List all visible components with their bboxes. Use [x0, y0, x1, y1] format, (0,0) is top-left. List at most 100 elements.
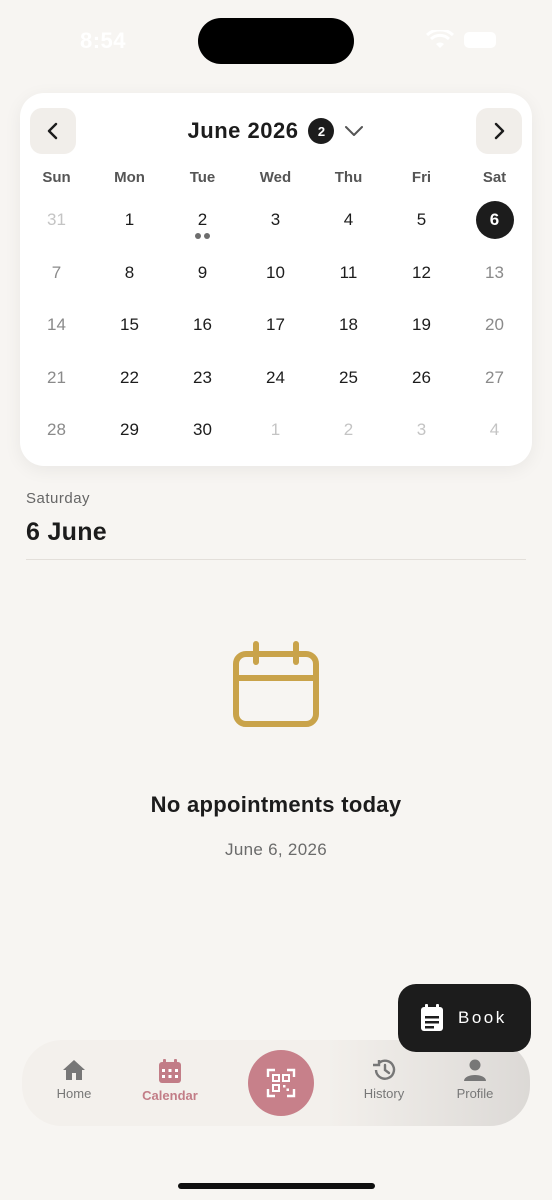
calendar-icon: [233, 641, 319, 727]
appointment-dot: [204, 233, 210, 239]
calendar-day[interactable]: 15: [93, 304, 166, 357]
nav-history-label: History: [363, 1086, 405, 1101]
calendar-day[interactable]: 4: [312, 199, 385, 252]
weekday-label: Sat: [482, 169, 507, 186]
calendar-day-number: 15: [120, 315, 139, 335]
calendar-day-number: 6: [475, 201, 514, 239]
calendar-day[interactable]: 10: [239, 252, 312, 305]
wifi-icon: [426, 30, 454, 48]
calendar-day-number: 23: [193, 367, 212, 387]
calendar-day[interactable]: 19: [385, 304, 458, 357]
calendar-day-number: 11: [339, 262, 358, 282]
calendar-day[interactable]: 21: [20, 357, 93, 410]
nav-profile-label: Profile: [456, 1086, 494, 1101]
calendar-day-selected[interactable]: 6: [458, 199, 531, 252]
home-icon: [63, 1060, 85, 1080]
calendar-day-number: 12: [412, 262, 431, 282]
calendar-day[interactable]: 2: [166, 199, 239, 252]
calendar-day[interactable]: 3: [239, 199, 312, 252]
calendar-day[interactable]: 29: [93, 409, 166, 462]
calendar-day-number: 16: [193, 315, 212, 335]
book-button[interactable]: Book: [398, 984, 531, 1052]
calendar-day-number: 31: [47, 210, 66, 229]
nav-calendar[interactable]: Calendar: [125, 1058, 215, 1103]
calendar-day[interactable]: 17: [239, 304, 312, 357]
calendar-day[interactable]: 11: [312, 252, 385, 305]
next-month-button[interactable]: [476, 108, 522, 154]
nav-profile[interactable]: Profile: [430, 1058, 520, 1101]
qr-scan-button[interactable]: [248, 1050, 314, 1116]
calendar-day[interactable]: 24: [239, 357, 312, 410]
chevron-right-icon: [494, 122, 505, 140]
weekday-label: Tue: [189, 169, 216, 186]
calendar-day[interactable]: 22: [93, 357, 166, 410]
dynamic-island: [198, 18, 354, 64]
calendar-day[interactable]: 12: [385, 252, 458, 305]
calendar-day[interactable]: 23: [166, 357, 239, 410]
calendar-day-number: 4: [489, 420, 500, 440]
calendar-day-number: 24: [266, 367, 285, 387]
weekday-label: Wed: [259, 169, 292, 186]
calendar-day[interactable]: 7: [20, 252, 93, 305]
calendar-day-number: 1: [124, 210, 135, 229]
weekday-label: Mon: [114, 169, 145, 186]
qr-scan-icon: [266, 1068, 296, 1098]
calendar-day-number: 19: [412, 315, 431, 335]
calendar-day-number: 22: [120, 367, 139, 387]
calendar-day[interactable]: 13: [458, 252, 531, 305]
calendar-day-number: 1: [270, 420, 281, 440]
person-icon: [464, 1059, 486, 1081]
calendar-day-number: 25: [339, 367, 358, 387]
calendar-day-number: 18: [339, 315, 358, 335]
calendar-day-number: 14: [47, 315, 66, 335]
days-grid: 31 1 2 3 4 5 6 7 8 9 10 11 12 13 14 15 16 17 18 19 20 21 22 23 2…: [20, 199, 532, 462]
calendar-day[interactable]: 27: [458, 357, 531, 410]
calendar-day-number: 9: [197, 262, 208, 282]
calendar-day[interactable]: 9: [166, 252, 239, 305]
history-icon: [373, 1059, 396, 1080]
chevron-down-icon: [345, 126, 364, 136]
calendar-day-number: 13: [485, 262, 504, 282]
empty-state-date: June 6, 2026: [225, 840, 327, 859]
weekday-label: Sun: [42, 169, 71, 186]
calendar-day[interactable]: 31: [20, 199, 93, 252]
calendar-day-number: 3: [416, 420, 427, 440]
status-time: 8:54: [80, 28, 127, 53]
calendar-day[interactable]: 3: [385, 409, 458, 462]
booking-form-icon: [421, 1004, 443, 1031]
calendar-day-number: 20: [485, 315, 504, 335]
selected-date-title: 6 June: [26, 518, 107, 546]
calendar-day-number: 10: [266, 262, 285, 282]
nav-home[interactable]: Home: [29, 1058, 119, 1101]
calendar-day[interactable]: 18: [312, 304, 385, 357]
weekday-header: Sun Mon Tue Wed Thu Fri Sat: [20, 169, 532, 186]
calendar-day[interactable]: 26: [385, 357, 458, 410]
calendar-day[interactable]: 14: [20, 304, 93, 357]
calendar-day[interactable]: 25: [312, 357, 385, 410]
empty-state-title: No appointments today: [150, 792, 402, 817]
calendar-day[interactable]: 16: [166, 304, 239, 357]
calendar-day-number: 21: [47, 367, 66, 387]
calendar-day[interactable]: 8: [93, 252, 166, 305]
nav-home-label: Home: [56, 1086, 92, 1101]
bottom-navigation: Home Calendar History Profile: [22, 1040, 530, 1126]
selected-weekday: Saturday: [26, 490, 91, 507]
calendar-day[interactable]: 2: [312, 409, 385, 462]
nav-history[interactable]: History: [339, 1058, 429, 1101]
calendar-day[interactable]: 5: [385, 199, 458, 252]
calendar-day-number: 7: [51, 262, 62, 282]
calendar-day[interactable]: 1: [93, 199, 166, 252]
battery-icon: [464, 32, 496, 48]
calendar-day-number: 17: [266, 315, 285, 335]
calendar-day[interactable]: 4: [458, 409, 531, 462]
calendar-icon: [159, 1059, 181, 1083]
calendar-card: June 2026 2 Sun Mon Tue Wed Thu Fri Sat …: [20, 93, 532, 466]
calendar-day[interactable]: 28: [20, 409, 93, 462]
calendar-day[interactable]: 20: [458, 304, 531, 357]
calendar-day-number: 29: [120, 420, 139, 440]
calendar-day[interactable]: 30: [166, 409, 239, 462]
home-indicator: [178, 1183, 375, 1189]
month-selector[interactable]: June 2026 2: [20, 115, 532, 147]
calendar-day[interactable]: 1: [239, 409, 312, 462]
nav-calendar-label: Calendar: [142, 1088, 198, 1103]
